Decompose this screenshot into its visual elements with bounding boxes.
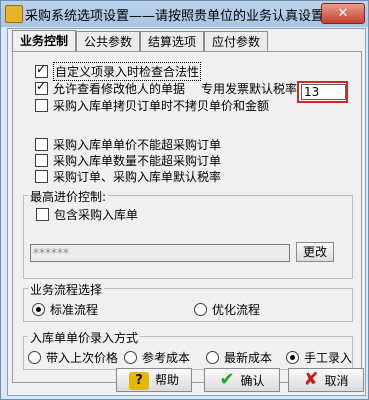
custom-item-check-label: 自定义项录入时检查合法性: [53, 62, 202, 81]
custom-item-check-option[interactable]: 自定义项录入时检查合法性: [35, 62, 202, 81]
reference-cost-option[interactable]: 参考成本: [124, 349, 190, 366]
manual-entry-option[interactable]: 手工录入: [286, 349, 352, 366]
allow-modify-others-checkbox[interactable]: [35, 79, 48, 95]
inbound-price-mode-group: 入库单单价录入方式 带入上次价格 参考成本 最新成本 手工录入: [23, 329, 353, 370]
qty-not-exceed-order-checkbox[interactable]: [35, 154, 48, 167]
manual-entry-label: 手工录入: [304, 351, 353, 365]
reference-cost-label: 参考成本: [142, 351, 191, 365]
latest-cost-label: 最新成本: [224, 351, 273, 365]
business-control-panel: 自定义项录入时检查合法性 允许查看修改他人的单据 专用发票默认税率: 13 采购…: [12, 51, 362, 383]
price-not-exceed-order-checkbox[interactable]: [35, 138, 48, 151]
ok-button-label: 确认: [240, 374, 265, 388]
default-tax-rate-checkbox[interactable]: [35, 170, 48, 183]
help-button[interactable]: ? 帮助: [116, 368, 192, 392]
password-field[interactable]: ******: [30, 244, 290, 262]
qty-not-exceed-order-option[interactable]: 采购入库单数量不能超采购订单: [35, 152, 221, 169]
include-inbound-option[interactable]: 包含采购入库单: [36, 206, 138, 223]
include-inbound-label: 包含采购入库单: [54, 208, 139, 222]
inbound-copy-no-price-label: 采购入库单拷贝订单时不拷贝单价和金额: [53, 99, 270, 113]
allow-modify-others-option[interactable]: 允许查看修改他人的单据: [35, 79, 186, 97]
close-button[interactable]: ✕: [321, 3, 365, 24]
business-flow-legend: 业务流程选择: [28, 281, 105, 298]
options-window: 采购系统选项设置——请按照贵单位的业务认真设置 ✕ 业务控制 公共参数 结算选项…: [0, 0, 369, 400]
cross-icon: ✘: [303, 369, 319, 390]
business-flow-group: 业务流程选择 标准流程 优化流程: [23, 281, 353, 322]
tab-payable-params[interactable]: 应付参数: [204, 31, 268, 52]
latest-cost-option[interactable]: 最新成本: [206, 349, 272, 366]
window-title: 采购系统选项设置——请按照贵单位的业务认真设置: [25, 9, 325, 24]
optimized-flow-label: 优化流程: [212, 303, 261, 317]
qty-not-exceed-order-label: 采购入库单数量不能超采购订单: [53, 154, 222, 168]
last-price-label: 带入上次价格: [46, 351, 119, 365]
standard-flow-option[interactable]: 标准流程: [32, 301, 98, 318]
default-tax-rate-label: 采购订单、采购入库单默认税率: [53, 170, 222, 184]
inbound-copy-no-price-option[interactable]: 采购入库单拷贝订单时不拷贝单价和金额: [35, 97, 269, 114]
price-not-exceed-order-option[interactable]: 采购入库单单价不能超采购订单: [35, 136, 221, 153]
tax-rate-label: 专用发票默认税率:: [201, 82, 302, 96]
latest-cost-radio[interactable]: [206, 351, 219, 364]
app-icon: [5, 5, 23, 23]
standard-flow-label: 标准流程: [50, 303, 99, 317]
allow-modify-others-label: 允许查看修改他人的单据: [53, 82, 186, 96]
cancel-button-label: 取消: [324, 374, 349, 388]
tab-settlement-options[interactable]: 结算选项: [140, 31, 204, 52]
tax-rate-highlight: 13: [297, 81, 348, 103]
tax-rate-input[interactable]: 13: [301, 84, 346, 100]
help-button-label: 帮助: [154, 373, 179, 387]
tab-business-control[interactable]: 业务控制: [12, 30, 76, 53]
max-price-control-group: 最高进价控制: 包含采购入库单 ****** 更改: [23, 188, 353, 279]
ok-button[interactable]: ✔ 确认: [204, 368, 280, 392]
custom-item-check-checkbox[interactable]: [35, 62, 48, 78]
cancel-button[interactable]: ✘ 取消: [288, 368, 364, 392]
inbound-copy-no-price-checkbox[interactable]: [35, 99, 48, 112]
optimized-flow-radio[interactable]: [194, 303, 207, 316]
default-tax-rate-option[interactable]: 采购订单、采购入库单默认税率: [35, 168, 221, 185]
manual-entry-radio[interactable]: [286, 351, 299, 364]
options-dialog: 业务控制 公共参数 结算选项 应付参数 自定义项录入时检查合法性 允许查看修改他…: [7, 28, 366, 396]
title-bar: 采购系统选项设置——请按照贵单位的业务认真设置 ✕: [1, 1, 368, 27]
inbound-price-mode-legend: 入库单单价录入方式: [28, 329, 141, 346]
optimized-flow-option[interactable]: 优化流程: [194, 301, 260, 318]
max-price-control-legend: 最高进价控制:: [28, 188, 109, 205]
last-price-radio[interactable]: [28, 351, 41, 364]
tab-public-params[interactable]: 公共参数: [76, 31, 140, 52]
price-not-exceed-order-label: 采购入库单单价不能超采购订单: [53, 138, 222, 152]
include-inbound-checkbox[interactable]: [36, 208, 49, 221]
checkmark-icon: ✔: [219, 369, 235, 390]
change-password-button[interactable]: 更改: [296, 242, 334, 262]
reference-cost-radio[interactable]: [124, 351, 137, 364]
standard-flow-radio[interactable]: [32, 303, 45, 316]
help-icon: ?: [128, 372, 149, 390]
last-price-option[interactable]: 带入上次价格: [28, 349, 118, 366]
